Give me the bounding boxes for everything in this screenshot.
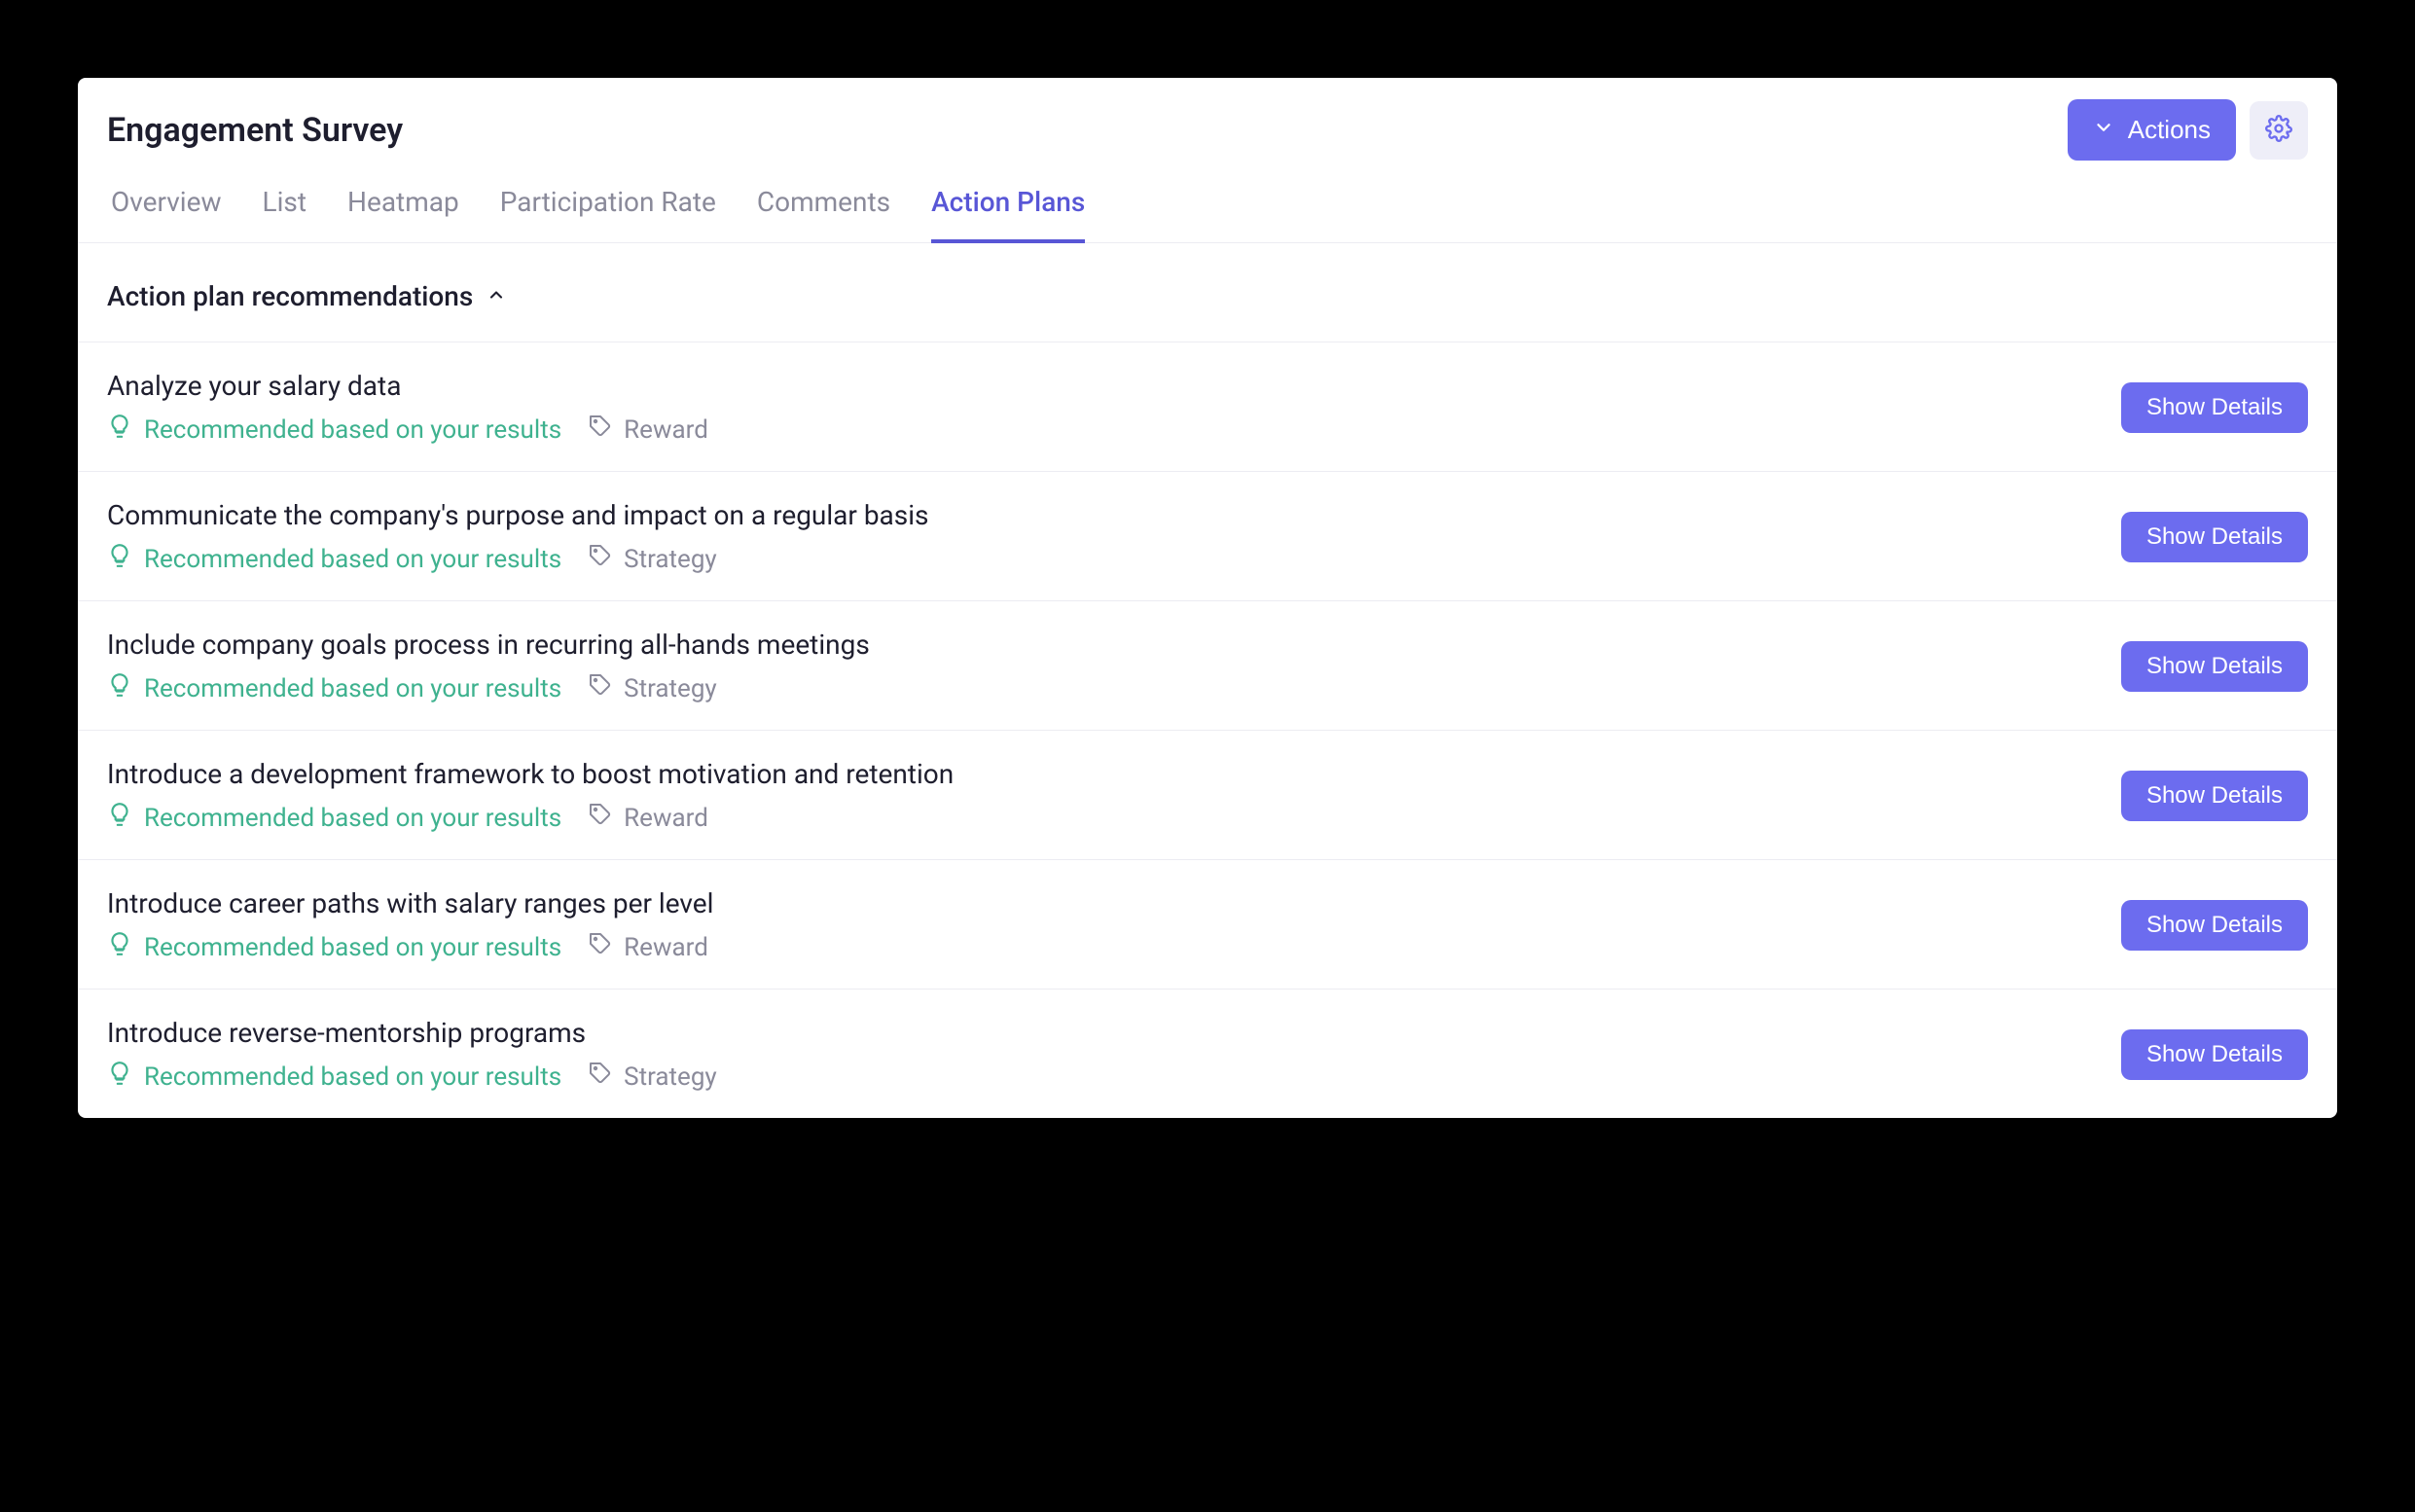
lightbulb-icon (107, 672, 132, 704)
header-actions: Actions (2068, 99, 2308, 161)
chevron-up-icon (487, 285, 506, 308)
tab-participation-rate[interactable]: Participation Rate (500, 186, 716, 243)
show-details-button[interactable]: Show Details (2121, 641, 2308, 692)
recommendation-row: Introduce a development framework to boo… (78, 731, 2337, 860)
chevron-down-icon (2093, 115, 2114, 145)
recommended-badge: Recommended based on your results (107, 1061, 561, 1093)
recommendation-title: Introduce career paths with salary range… (107, 887, 713, 919)
recommendation-title: Introduce a development framework to boo… (107, 758, 954, 790)
recommendation-meta: Recommended based on your results Reward (107, 802, 954, 834)
tab-list[interactable]: List (263, 186, 307, 243)
show-details-button[interactable]: Show Details (2121, 771, 2308, 821)
tab-overview[interactable]: Overview (111, 186, 222, 243)
recommendation-row: Communicate the company's purpose and im… (78, 472, 2337, 601)
recommendation-row: Include company goals process in recurri… (78, 601, 2337, 731)
section-header[interactable]: Action plan recommendations (78, 243, 2337, 342)
show-details-button[interactable]: Show Details (2121, 512, 2308, 562)
recommendation-row: Analyze your salary data Recommended bas… (78, 342, 2337, 472)
recommended-badge: Recommended based on your results (107, 543, 561, 575)
show-details-button[interactable]: Show Details (2121, 382, 2308, 433)
category-badge: Reward (589, 414, 708, 445)
lightbulb-icon (107, 414, 132, 446)
recommendation-content: Introduce career paths with salary range… (107, 887, 713, 963)
recommended-badge: Recommended based on your results (107, 672, 561, 704)
tag-icon (589, 803, 612, 833)
page-header: Engagement Survey Actions (78, 78, 2337, 161)
tag-icon (589, 544, 612, 574)
tag-icon (589, 1062, 612, 1092)
tag-icon (589, 414, 612, 445)
recommended-label: Recommended based on your results (144, 1062, 561, 1092)
category-label: Strategy (624, 674, 717, 703)
lightbulb-icon (107, 1061, 132, 1093)
recommended-label: Recommended based on your results (144, 804, 561, 833)
main-card: Engagement Survey Actions (78, 78, 2337, 1118)
recommendation-content: Analyze your salary data Recommended bas… (107, 370, 708, 446)
recommendation-content: Communicate the company's purpose and im… (107, 499, 928, 575)
recommendation-content: Include company goals process in recurri… (107, 629, 870, 704)
lightbulb-icon (107, 931, 132, 963)
recommendation-meta: Recommended based on your results Strate… (107, 672, 870, 704)
category-badge: Strategy (589, 1062, 717, 1092)
category-label: Reward (624, 804, 708, 833)
actions-button-label: Actions (2128, 115, 2211, 145)
recommendation-title: Introduce reverse-mentorship programs (107, 1017, 717, 1049)
gear-icon (2265, 115, 2292, 145)
recommendation-title: Analyze your salary data (107, 370, 708, 402)
show-details-button[interactable]: Show Details (2121, 1029, 2308, 1080)
tab-comments[interactable]: Comments (757, 186, 890, 243)
tabs: Overview List Heatmap Participation Rate… (78, 161, 2337, 243)
category-badge: Reward (589, 932, 708, 962)
recommended-label: Recommended based on your results (144, 415, 561, 445)
show-details-button[interactable]: Show Details (2121, 900, 2308, 951)
recommendation-meta: Recommended based on your results Reward (107, 414, 708, 446)
category-badge: Strategy (589, 544, 717, 574)
recommended-badge: Recommended based on your results (107, 931, 561, 963)
recommendation-meta: Recommended based on your results Strate… (107, 1061, 717, 1093)
category-badge: Strategy (589, 673, 717, 703)
actions-button[interactable]: Actions (2068, 99, 2236, 161)
category-label: Strategy (624, 545, 717, 574)
lightbulb-icon (107, 802, 132, 834)
category-label: Reward (624, 933, 708, 962)
recommendation-meta: Recommended based on your results Reward (107, 931, 713, 963)
section-title: Action plan recommendations (107, 280, 473, 312)
recommendation-content: Introduce reverse-mentorship programs Re… (107, 1017, 717, 1093)
recommendation-title: Include company goals process in recurri… (107, 629, 870, 661)
recommendation-content: Introduce a development framework to boo… (107, 758, 954, 834)
category-label: Reward (624, 415, 708, 445)
recommended-badge: Recommended based on your results (107, 802, 561, 834)
recommended-label: Recommended based on your results (144, 545, 561, 574)
tag-icon (589, 932, 612, 962)
recommended-label: Recommended based on your results (144, 933, 561, 962)
recommended-badge: Recommended based on your results (107, 414, 561, 446)
recommendations-list: Analyze your salary data Recommended bas… (78, 342, 2337, 1118)
page-title: Engagement Survey (107, 111, 403, 150)
recommendation-meta: Recommended based on your results Strate… (107, 543, 928, 575)
recommendation-row: Introduce reverse-mentorship programs Re… (78, 990, 2337, 1118)
tab-heatmap[interactable]: Heatmap (347, 186, 459, 243)
category-badge: Reward (589, 803, 708, 833)
lightbulb-icon (107, 543, 132, 575)
tag-icon (589, 673, 612, 703)
recommendation-title: Communicate the company's purpose and im… (107, 499, 928, 531)
recommendation-row: Introduce career paths with salary range… (78, 860, 2337, 990)
recommended-label: Recommended based on your results (144, 674, 561, 703)
settings-button[interactable] (2250, 101, 2308, 160)
tab-action-plans[interactable]: Action Plans (931, 186, 1085, 243)
category-label: Strategy (624, 1062, 717, 1092)
